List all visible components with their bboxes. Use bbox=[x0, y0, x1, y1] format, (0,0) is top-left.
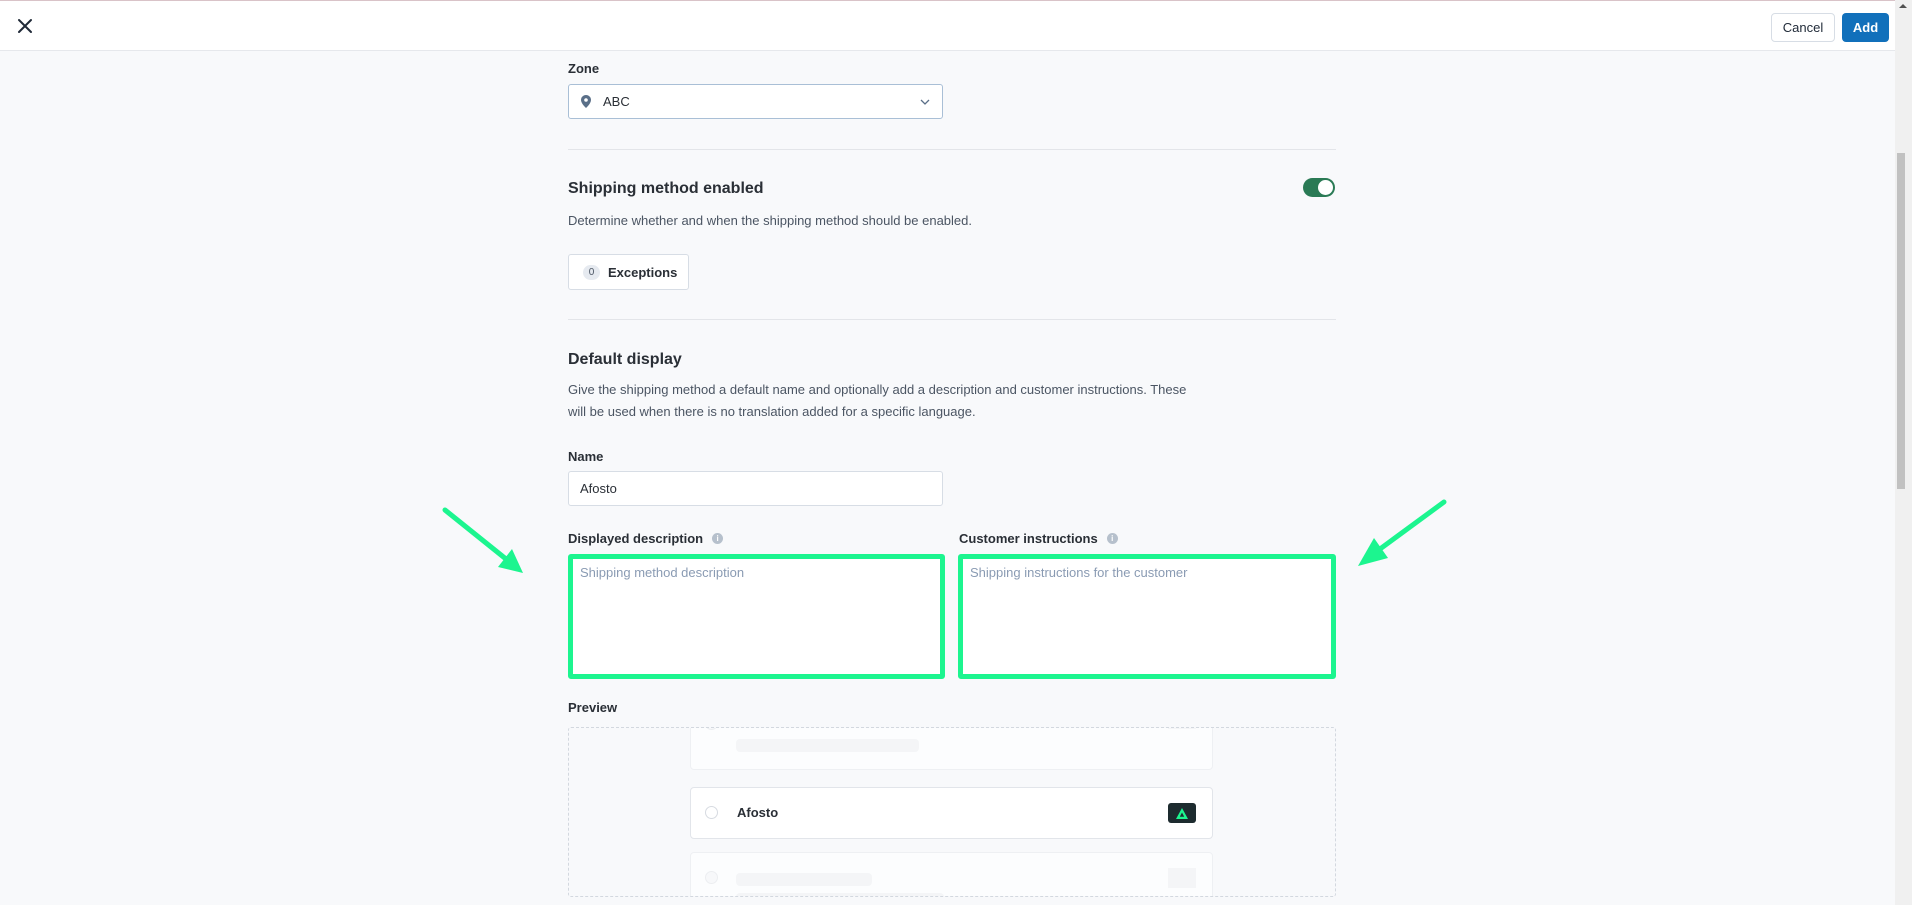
section-divider bbox=[568, 149, 1336, 150]
skeleton-line bbox=[736, 873, 872, 886]
top-bar: Cancel Add bbox=[0, 0, 1895, 51]
map-pin-icon bbox=[581, 95, 591, 108]
shipping-enabled-toggle[interactable] bbox=[1303, 178, 1335, 197]
add-button[interactable]: Add bbox=[1842, 13, 1889, 42]
default-display-description-line2: will be used when there is no translatio… bbox=[568, 404, 976, 419]
cancel-button[interactable]: Cancel bbox=[1771, 13, 1835, 42]
displayed-description-textarea[interactable] bbox=[568, 554, 945, 679]
default-display-title: Default display bbox=[568, 351, 682, 368]
preview-label: Preview bbox=[568, 700, 618, 715]
skeleton-logo bbox=[1168, 728, 1196, 729]
scroll-up-arrow-icon[interactable] bbox=[1899, 4, 1907, 8]
toggle-knob bbox=[1318, 180, 1333, 195]
close-icon bbox=[18, 19, 32, 33]
customer-instructions-label: Customer instructions i bbox=[959, 531, 1118, 546]
zone-label: Zone bbox=[568, 61, 600, 76]
zone-value: ABC bbox=[603, 94, 630, 109]
preview-placeholder-option bbox=[690, 728, 1213, 770]
displayed-description-label: Displayed description i bbox=[568, 531, 724, 546]
close-button[interactable] bbox=[14, 15, 36, 37]
exceptions-label: Exceptions bbox=[608, 264, 678, 280]
info-icon[interactable]: i bbox=[1106, 533, 1118, 544]
preview-option-afosto: Afosto bbox=[690, 787, 1213, 839]
scrollbar-thumb[interactable] bbox=[1897, 153, 1905, 489]
annotation-arrow-right-icon bbox=[442, 507, 523, 573]
radio-icon bbox=[705, 871, 718, 884]
preview-option-name: Afosto bbox=[737, 805, 779, 820]
radio-icon bbox=[705, 728, 718, 730]
skeleton-line bbox=[736, 893, 944, 896]
name-label: Name bbox=[568, 449, 604, 464]
default-display-description-line1: Give the shipping method a default name … bbox=[568, 382, 1187, 397]
skeleton-line bbox=[736, 739, 919, 752]
annotation-arrow-left-icon bbox=[1358, 499, 1447, 566]
preview-placeholder-option bbox=[690, 852, 1213, 896]
section-divider bbox=[568, 319, 1336, 320]
customer-instructions-label-text: Customer instructions bbox=[959, 531, 1098, 546]
radio-icon bbox=[705, 806, 718, 819]
scrollbar[interactable] bbox=[1895, 0, 1912, 905]
shipping-enabled-title: Shipping method enabled bbox=[568, 180, 764, 197]
zone-select[interactable]: ABC bbox=[568, 84, 943, 119]
displayed-description-label-text: Displayed description bbox=[568, 531, 704, 546]
chevron-down-icon bbox=[920, 99, 930, 105]
shipping-enabled-description: Determine whether and when the shipping … bbox=[568, 213, 972, 228]
exceptions-count-badge: 0 bbox=[583, 264, 600, 280]
preview-box: Afosto bbox=[568, 727, 1336, 897]
customer-instructions-textarea[interactable] bbox=[958, 554, 1336, 679]
info-icon[interactable]: i bbox=[712, 533, 724, 544]
afosto-logo-icon bbox=[1168, 803, 1196, 823]
name-input[interactable] bbox=[568, 471, 943, 506]
skeleton-logo bbox=[1168, 868, 1196, 888]
exceptions-button[interactable]: 0 Exceptions bbox=[568, 254, 689, 290]
